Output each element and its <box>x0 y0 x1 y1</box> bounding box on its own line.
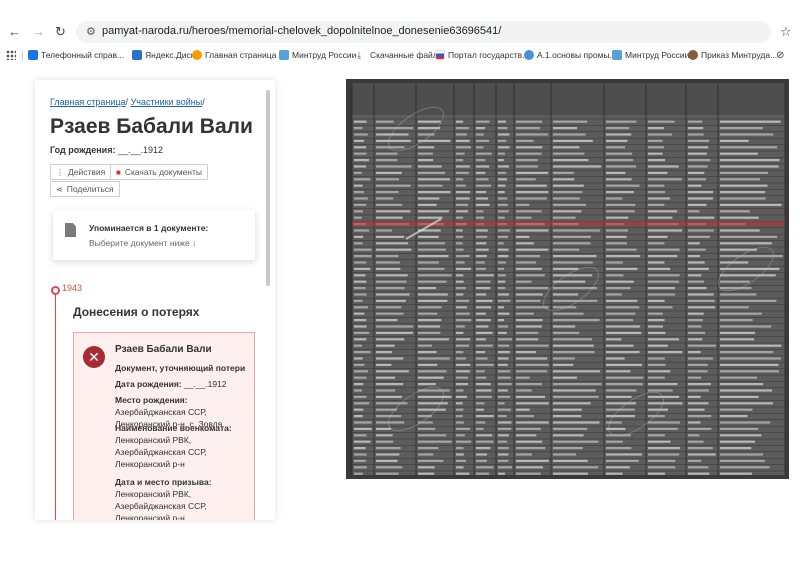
actions-button[interactable]: ⋮ Действия <box>50 164 112 180</box>
bookmark-item[interactable]: А.1.основы промы... <box>524 50 617 60</box>
url-text: pamyat-naroda.ru/heroes/memorial-chelove… <box>102 25 502 37</box>
bookmark-item[interactable]: Минтруд России <box>279 50 356 60</box>
bookmark-item[interactable]: Телефонный справ... <box>28 50 124 60</box>
forward-icon[interactable]: → <box>32 25 45 39</box>
site-info-icon[interactable]: ⚙ <box>86 25 96 38</box>
hero-info-panel: Главная страница/ Участники войны/ Рзаев… <box>35 80 275 520</box>
bookmark-favicon-icon <box>279 50 289 60</box>
page-title: Рзаев Бабали Вали <box>50 115 253 138</box>
share-icon: ⋖ <box>56 184 63 194</box>
card-name: Рзаев Бабали Вали <box>115 344 212 355</box>
timeline-year: 1943 <box>62 283 83 293</box>
back-icon[interactable]: ← <box>8 25 21 39</box>
bookmark-favicon-icon <box>192 50 202 60</box>
close-circle-icon: ✕ <box>83 346 105 368</box>
timeline-line <box>55 290 56 520</box>
breadcrumb-participants-link[interactable]: Участники войны <box>131 97 203 107</box>
bookmark-favicon-icon <box>28 50 38 60</box>
loss-report-card[interactable]: ✕ Рзаев Бабали Вали Документ, уточняющий… <box>73 332 255 520</box>
card-draft: Дата и место призыва: Ленкоранский РВК, А… <box>115 477 212 520</box>
mention-title: Упоминается в 1 документе: <box>89 223 209 233</box>
bookmark-item[interactable]: Главная страница -... <box>192 50 289 60</box>
timeline-dot <box>51 286 60 295</box>
mention-box: Упоминается в 1 документе: Выберите доку… <box>53 210 255 260</box>
bookmark-item[interactable]: ⤓ Скачанные файлы <box>357 50 444 60</box>
card-doc-type: Документ, уточняющий потери <box>115 363 246 373</box>
mention-hint: Выберите документ ниже ↓ <box>89 238 197 248</box>
bookmark-favicon-icon <box>524 50 534 60</box>
download-icon: ⤓ <box>357 50 361 60</box>
section-title: Донесения о потерях <box>73 305 200 319</box>
pdf-icon: ■ <box>116 167 121 177</box>
card-birth-date: Дата рождения: __.__.1912 <box>115 379 227 389</box>
download-documents-button[interactable]: ■ Скачать документы <box>110 164 209 180</box>
bookmark-item[interactable]: Минтруд России <box>612 50 689 60</box>
bookmark-favicon-icon <box>132 50 142 60</box>
bookmark-item[interactable]: Портал государств... <box>435 50 529 60</box>
flag-icon <box>435 50 445 60</box>
panel-scrollbar[interactable] <box>266 90 270 286</box>
document-icon <box>65 223 76 237</box>
bookmarks-bar: Телефонный справ... Яндекс.Диск Главная … <box>0 47 800 67</box>
bookmark-item[interactable]: Приказ Минтруда... <box>688 50 777 60</box>
bookmark-star-icon[interactable]: ☆ <box>780 24 792 40</box>
document-scan-svg <box>346 79 789 479</box>
card-commissariat: Наименование военкомата: Ленкоранский РВК… <box>115 423 232 469</box>
other-bookmarks-icon[interactable]: ⊘ <box>776 50 784 61</box>
reload-icon[interactable]: ↻ <box>55 25 66 39</box>
birth-year: Год рождения: __.__.1912 <box>50 145 164 155</box>
document-scan-image[interactable] <box>346 79 789 479</box>
bookmark-favicon-icon <box>612 50 622 60</box>
breadcrumb-home-link[interactable]: Главная страница <box>50 97 126 107</box>
url-field[interactable]: ⚙ pamyat-naroda.ru/heroes/memorial-chelo… <box>76 21 771 43</box>
bookmark-favicon-icon <box>688 50 698 60</box>
more-vertical-icon: ⋮ <box>56 167 64 177</box>
share-button[interactable]: ⋖ Поделиться <box>50 181 120 197</box>
bookmark-item[interactable]: Яндекс.Диск <box>132 50 194 60</box>
breadcrumb: Главная страница/ Участники войны/ <box>50 97 205 107</box>
address-bar-area: ← → ↻ ⚙ pamyat-naroda.ru/heroes/memorial… <box>0 0 800 46</box>
